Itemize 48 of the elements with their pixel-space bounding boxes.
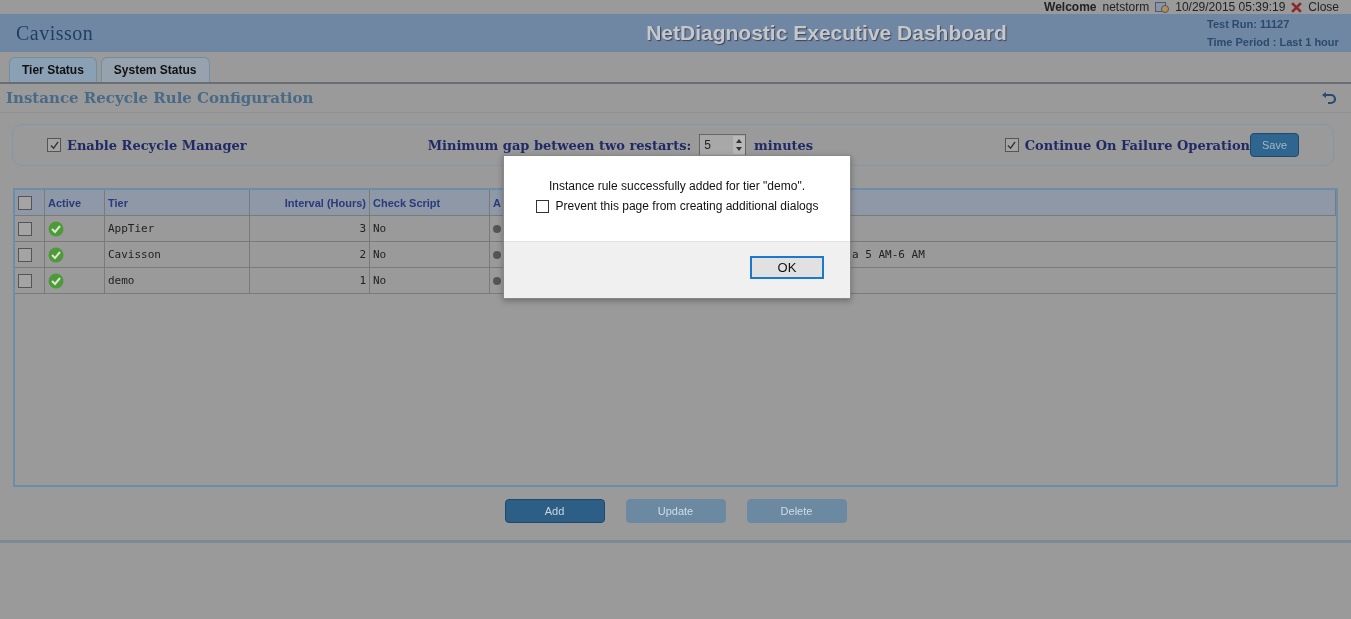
row-checkbox[interactable] bbox=[18, 247, 32, 262]
tab[interactable]: System Status bbox=[100, 57, 210, 82]
dashboard-title: NetDiagnostic Executive Dashboard bbox=[645, 21, 1008, 45]
column-header: Tier bbox=[105, 190, 250, 215]
table-cell: AppTier bbox=[105, 216, 250, 241]
test-run-text: Test Run: 11127 bbox=[1207, 18, 1291, 30]
column-header: Interval (Hours) bbox=[250, 190, 370, 215]
status-dot bbox=[493, 276, 501, 285]
save-button[interactable]: Save bbox=[1250, 133, 1299, 157]
checkbox[interactable] bbox=[47, 138, 61, 152]
checkbox[interactable] bbox=[535, 199, 549, 213]
calendar-clock-icon bbox=[1155, 1, 1170, 13]
status-dot bbox=[493, 250, 501, 259]
table-cell: No bbox=[370, 268, 490, 293]
table-cell: No bbox=[370, 216, 490, 241]
close-icon[interactable] bbox=[1291, 1, 1303, 13]
row-checkbox[interactable] bbox=[18, 273, 32, 288]
logo: Cavisson bbox=[16, 21, 95, 45]
table-cell: No bbox=[370, 242, 490, 267]
time-period-text: Time Period : Last 1 hour bbox=[1207, 36, 1340, 48]
checkbox[interactable] bbox=[1004, 138, 1019, 152]
dialog-message: Instance rule successfully added for tier "demo". bbox=[549, 179, 805, 193]
unit-label: minutes bbox=[754, 137, 814, 153]
datetime-text: 10/29/2015 05:39:19 bbox=[1175, 0, 1286, 14]
checkbox-label: Prevent this page from creating additional dialogs bbox=[555, 199, 819, 213]
table-cell: 1 bbox=[250, 268, 370, 293]
status-dot bbox=[493, 224, 501, 233]
table-cell: a 5 AM-6 AM bbox=[852, 248, 925, 261]
user-name: netstorm bbox=[1102, 0, 1150, 14]
checkbox-label: Continue On Failure Operation bbox=[1024, 137, 1250, 153]
column-header: Check Script bbox=[370, 190, 490, 215]
table-cell: 2 bbox=[250, 242, 370, 267]
close-link[interactable]: Close bbox=[1308, 0, 1339, 14]
checkbox-label: Enable Recycle Manager bbox=[67, 137, 247, 153]
action-button[interactable]: Add bbox=[504, 499, 605, 523]
welcome-label: Welcome bbox=[1044, 0, 1097, 14]
tab[interactable]: Tier Status bbox=[9, 57, 97, 82]
table-cell: Cavisson bbox=[105, 242, 250, 267]
table-cell: demo bbox=[105, 268, 250, 293]
number-spinner[interactable]: 5 bbox=[699, 134, 746, 156]
select-all-checkbox[interactable] bbox=[18, 195, 32, 210]
ok-button[interactable]: OK bbox=[750, 256, 824, 279]
undo-icon[interactable] bbox=[1321, 91, 1337, 105]
section-title: Instance Recycle Rule Configuration bbox=[6, 89, 314, 107]
row-checkbox[interactable] bbox=[18, 221, 32, 236]
table-cell: 3 bbox=[250, 216, 370, 241]
column-header: Active bbox=[45, 190, 105, 215]
gap-label: Minimum gap between two restarts: bbox=[427, 137, 692, 153]
